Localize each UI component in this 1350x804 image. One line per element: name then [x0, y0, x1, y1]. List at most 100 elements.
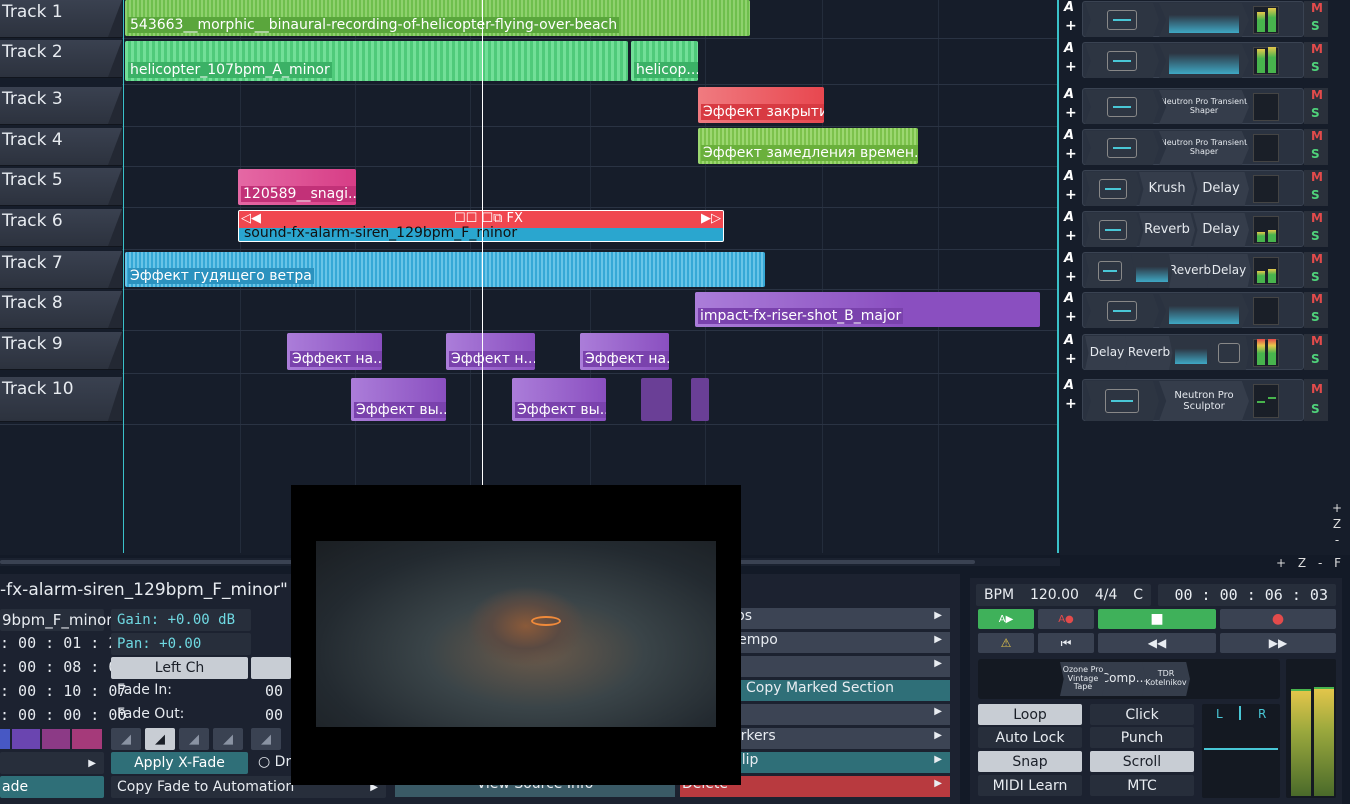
plugin-slot[interactable]: Reverb [1139, 213, 1195, 247]
fade-curve-button[interactable]: ◢ [179, 728, 209, 750]
plugin-slot[interactable]: Delay [1193, 172, 1249, 206]
audio-clip[interactable]: 543663__morphic__binaural-recording-of-h… [125, 0, 750, 36]
audio-clip[interactable] [691, 378, 709, 421]
audio-clip-selected[interactable]: ◁◀ ☐☐ ☐⧉ FX ▶▷ sound-fx-alarm-siren_129b… [238, 210, 724, 242]
menu-item-p[interactable]: p▶ [730, 704, 950, 725]
audio-clip[interactable]: Эффект замедления времен... [698, 128, 918, 164]
track-header-6[interactable]: Track 6 [0, 209, 122, 247]
plugin-slot[interactable]: Delay [1193, 213, 1249, 247]
menu-item-markers[interactable]: arkers ▶ [730, 728, 950, 749]
eq-curve-slot[interactable] [1131, 254, 1173, 288]
track-header-8[interactable]: Track 8 [0, 291, 122, 329]
fade-handle-icon[interactable]: ▶▷ [701, 211, 721, 226]
plugin-slot[interactable]: Delay [1207, 254, 1251, 288]
automation-button[interactable]: A [1064, 128, 1074, 143]
eq-plugin-slot[interactable] [1209, 336, 1249, 370]
mute-button[interactable]: M [1311, 252, 1323, 266]
go-to-start-button[interactable]: ⏮ [1038, 633, 1094, 653]
plugin-slot[interactable]: Neutron Pro Transient Shaper [1159, 90, 1249, 124]
menu-item-clips[interactable]: ips ▶ [730, 608, 950, 629]
audio-clip[interactable]: Эффект вы... [351, 378, 446, 421]
fade-curve-button[interactable]: ◢ [111, 728, 141, 750]
add-fx-button[interactable]: + [1065, 269, 1077, 285]
h-zoom-out-button[interactable]: - [1318, 556, 1326, 570]
key-value[interactable]: C [1133, 587, 1143, 603]
audio-clip[interactable]: Эффект вы... [512, 378, 606, 421]
automation-button[interactable]: A [1064, 87, 1074, 102]
midi-learn-button[interactable]: MIDI Learn [978, 775, 1082, 796]
audio-clip[interactable]: 120589__snagi... [238, 169, 356, 205]
tempo-display[interactable]: BPM 120.00 4/4 C [976, 584, 1151, 606]
solo-button[interactable]: S [1311, 19, 1320, 33]
eq-plugin-slot[interactable] [1085, 213, 1141, 247]
click-button[interactable]: Click [1090, 704, 1194, 725]
dropdown-button[interactable]: ▶ [0, 752, 104, 774]
record-button[interactable]: ● [1220, 609, 1336, 629]
plugin-slot[interactable]: Krush [1139, 172, 1195, 206]
solo-button[interactable]: S [1311, 352, 1320, 366]
video-preview-window[interactable] [291, 485, 741, 785]
zoom-fit-button[interactable]: F [1334, 556, 1345, 570]
fast-forward-button[interactable]: ▶▶ [1220, 633, 1336, 653]
solo-button[interactable]: S [1311, 188, 1320, 202]
left-channel-button[interactable]: Left Ch [111, 657, 248, 679]
audio-clip[interactable]: Эффект на... [287, 333, 382, 370]
plugin-slot[interactable]: Comp... [1102, 662, 1146, 696]
track-header-1[interactable]: Track 1 [0, 0, 122, 38]
zoom-out-button[interactable]: - [1332, 532, 1342, 548]
clip-end-time[interactable]: : 00 : 08 : 08 [0, 658, 126, 676]
track-header-9[interactable]: Track 9 [0, 332, 122, 370]
automation-button[interactable]: A [1064, 251, 1074, 266]
playhead[interactable] [482, 0, 483, 485]
solo-button[interactable]: S [1311, 106, 1320, 120]
audio-clip[interactable]: Эффект гудящего ветра [125, 252, 765, 287]
plugin-slot[interactable]: Ozone Pro Vintage Tape [1060, 662, 1106, 696]
menu-item-clip[interactable]: Clip ▶ [730, 752, 950, 773]
eq-plugin-slot[interactable] [1085, 294, 1159, 328]
clip-offset-time[interactable]: : 00 : 00 : 00 [0, 706, 126, 724]
add-fx-button[interactable]: + [1065, 351, 1077, 367]
automation-button[interactable]: A [1064, 378, 1074, 393]
eq-curve-slot[interactable] [1159, 44, 1249, 78]
automation-button[interactable]: A [1064, 291, 1074, 306]
rewind-button[interactable]: ◀◀ [1098, 633, 1216, 653]
solo-button[interactable]: S [1311, 270, 1320, 284]
track-header-5[interactable]: Track 5 [0, 168, 122, 206]
eq-plugin-slot[interactable] [1085, 44, 1159, 78]
record-selection-button[interactable]: A● [1038, 609, 1094, 629]
snap-button[interactable]: Snap [978, 751, 1082, 772]
pan-field[interactable]: Pan: +0.00 [111, 633, 251, 655]
eq-plugin-slot[interactable] [1085, 254, 1135, 288]
auto-lock-button[interactable]: Auto Lock [978, 727, 1082, 748]
audio-clip[interactable]: Эффект н... [446, 333, 535, 370]
plugin-slot[interactable]: Neutron Pro Sculptor [1159, 381, 1249, 421]
clip-tools-icon[interactable]: ☐☐ ☐⧉ FX [454, 211, 523, 226]
add-fx-button[interactable]: + [1065, 396, 1077, 412]
scroll-button[interactable]: Scroll [1090, 751, 1194, 772]
fade-curve-button[interactable]: ◢ [251, 728, 281, 750]
color-swatch[interactable] [0, 729, 10, 749]
mute-button[interactable]: M [1311, 170, 1323, 184]
plugin-slot[interactable]: Delay [1085, 336, 1129, 370]
add-fx-button[interactable]: + [1065, 105, 1077, 121]
color-swatch[interactable] [72, 729, 102, 749]
audio-clip[interactable] [641, 378, 672, 421]
menu-item-copy-marked-section[interactable]: Copy Marked Section [730, 680, 950, 701]
audio-clip[interactable]: helicop... [631, 41, 698, 81]
eq-curve-slot[interactable] [1159, 3, 1249, 37]
mute-button[interactable]: M [1311, 334, 1323, 348]
fade-curve-button-selected[interactable]: ◢ [145, 728, 175, 750]
h-zoom-in-button[interactable]: + [1276, 556, 1290, 570]
color-swatch[interactable] [42, 729, 70, 749]
mute-button[interactable]: M [1311, 292, 1323, 306]
fade-button[interactable]: ade [0, 776, 104, 798]
audio-clip[interactable]: impact-fx-riser-shot_B_major [695, 292, 1040, 327]
color-swatch[interactable] [12, 729, 40, 749]
plugin-slot[interactable]: Neutron Pro Transient Shaper [1159, 131, 1249, 165]
track-header-10[interactable]: Track 10 [0, 377, 122, 422]
add-fx-button[interactable]: + [1065, 309, 1077, 325]
eq-plugin-slot[interactable] [1085, 381, 1159, 421]
fade-handle-icon[interactable]: ◁◀ [241, 211, 261, 226]
mute-button[interactable]: M [1311, 42, 1323, 56]
mute-button[interactable]: M [1311, 129, 1323, 143]
